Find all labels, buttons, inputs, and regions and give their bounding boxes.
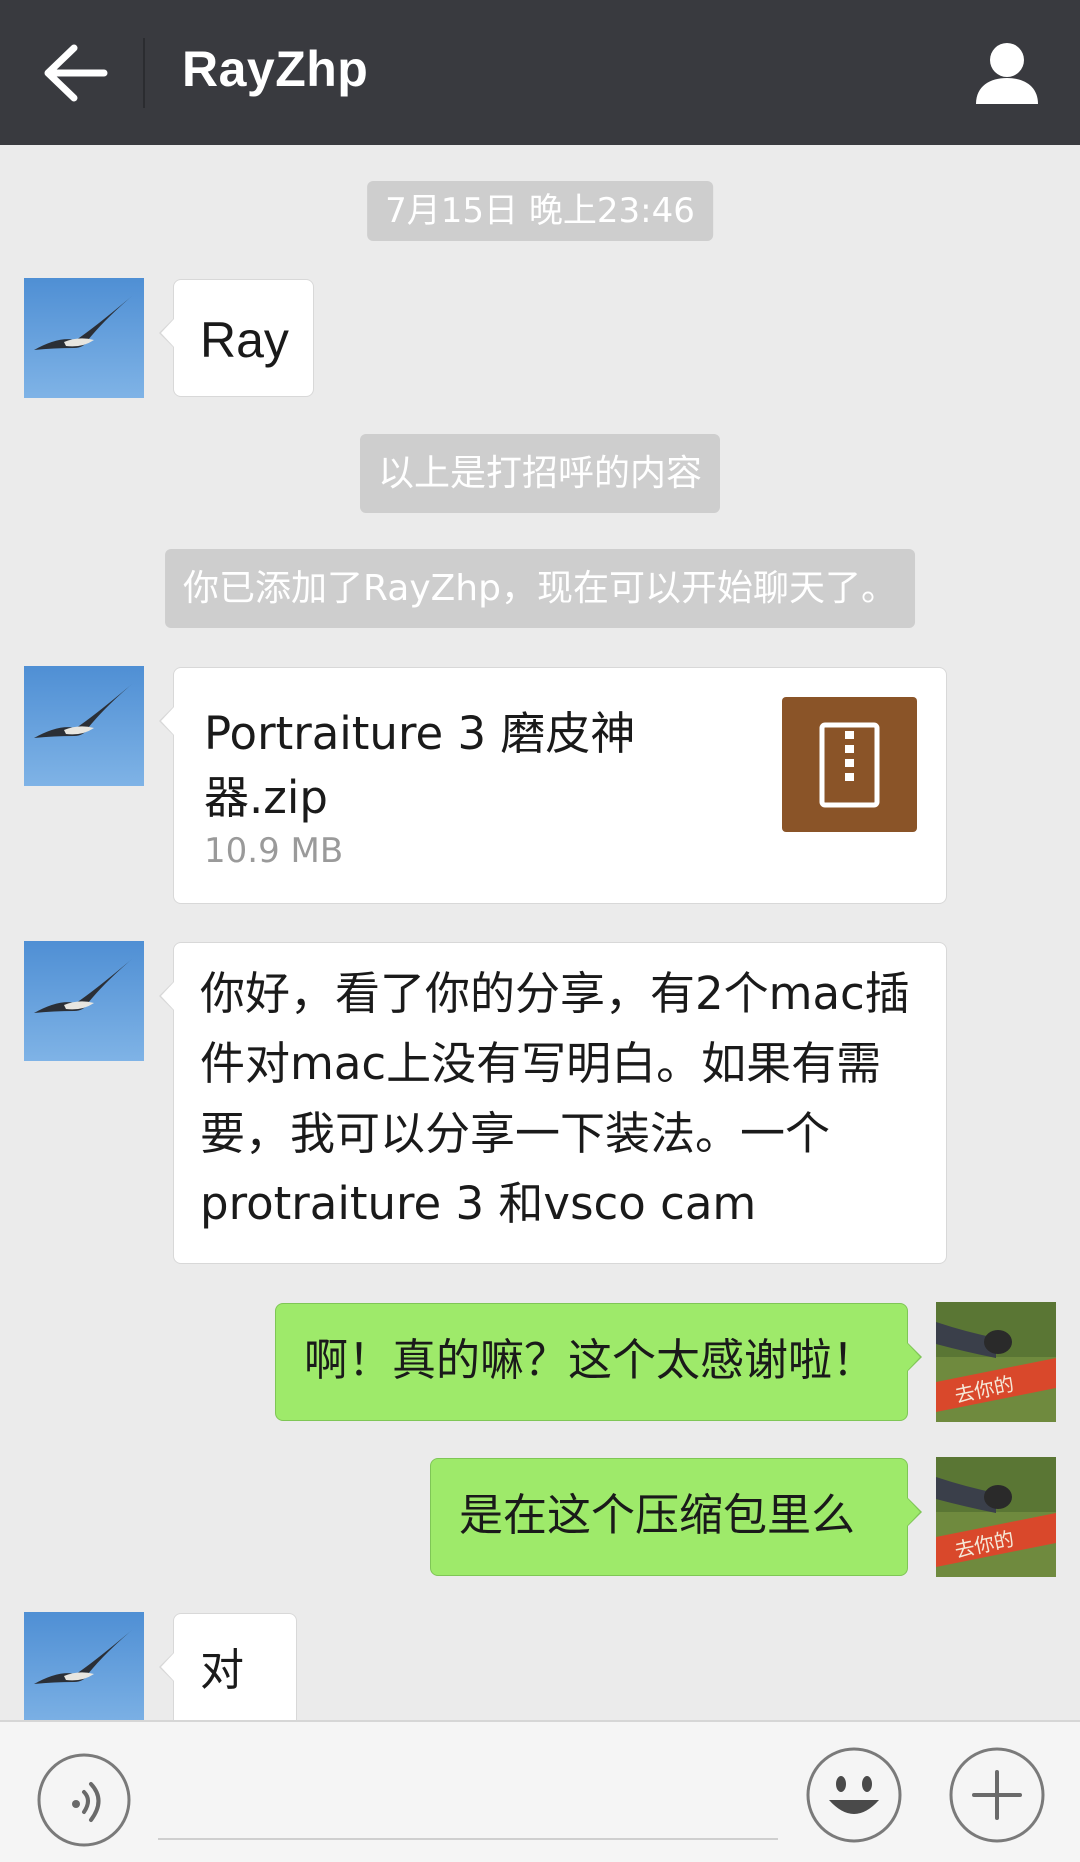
- seagull-avatar-image: [24, 278, 144, 398]
- contact-avatar[interactable]: [24, 941, 144, 1061]
- file-name: Portraiture 3 磨皮神器.zip: [204, 707, 636, 824]
- legs-avatar-image: 去你的: [936, 1457, 1056, 1577]
- chat-title: RayZhp: [182, 41, 369, 97]
- message-text: Ray: [200, 312, 289, 368]
- system-message-greeting: 以上是打招呼的内容: [359, 434, 721, 513]
- message-text: 对: [200, 1645, 244, 1696]
- seagull-avatar-image: [24, 1612, 144, 1720]
- my-avatar[interactable]: 去你的: [936, 1457, 1056, 1577]
- header-divider: [143, 38, 145, 108]
- system-message-added: 你已添加了RayZhp，现在可以开始聊天了。: [165, 549, 915, 628]
- back-arrow-icon[interactable]: [40, 42, 110, 104]
- emoji-icon[interactable]: [805, 1746, 903, 1844]
- file-message-bubble[interactable]: Portraiture 3 磨皮神器.zip 10.9 MB: [159, 667, 947, 904]
- message-text: 啊！真的嘛？这个太感谢啦！: [304, 1335, 876, 1386]
- plus-icon[interactable]: [948, 1746, 1046, 1844]
- contact-avatar[interactable]: [24, 1612, 144, 1720]
- contact-avatar[interactable]: [24, 278, 144, 398]
- voice-icon[interactable]: [36, 1752, 132, 1848]
- message-text: 是在这个压缩包里么: [459, 1490, 855, 1541]
- person-icon[interactable]: [972, 38, 1042, 108]
- seagull-avatar-image: [24, 666, 144, 786]
- message-bubble-sent[interactable]: 是在这个压缩包里么: [430, 1458, 922, 1576]
- legs-avatar-image: 去你的: [936, 1302, 1056, 1422]
- message-bubble-received[interactable]: Ray: [159, 279, 314, 397]
- contact-avatar[interactable]: [24, 666, 144, 786]
- seagull-avatar-image: [24, 941, 144, 1061]
- top-bar: RayZhp: [0, 0, 1080, 145]
- my-avatar[interactable]: 去你的: [936, 1302, 1056, 1422]
- timestamp: 7月15日 晚上23:46: [367, 181, 713, 241]
- file-size: 10.9 MB: [204, 831, 344, 871]
- message-input[interactable]: [158, 1838, 778, 1840]
- message-bubble-received[interactable]: 对: [159, 1613, 297, 1720]
- input-bar: [0, 1720, 1080, 1862]
- message-text: 你好，看了你的分享，有2个mac插件对mac上没有写明白。如果有需要，我可以分享…: [200, 967, 910, 1230]
- zip-file-icon: [782, 697, 917, 832]
- chat-area[interactable]: 7月15日 晚上23:46 Ray 以上是打招呼的内容 你已添加了RayZhp，…: [0, 145, 1080, 1720]
- message-bubble-received[interactable]: 你好，看了你的分享，有2个mac插件对mac上没有写明白。如果有需要，我可以分享…: [159, 942, 947, 1264]
- message-bubble-sent[interactable]: 啊！真的嘛？这个太感谢啦！: [275, 1303, 922, 1421]
